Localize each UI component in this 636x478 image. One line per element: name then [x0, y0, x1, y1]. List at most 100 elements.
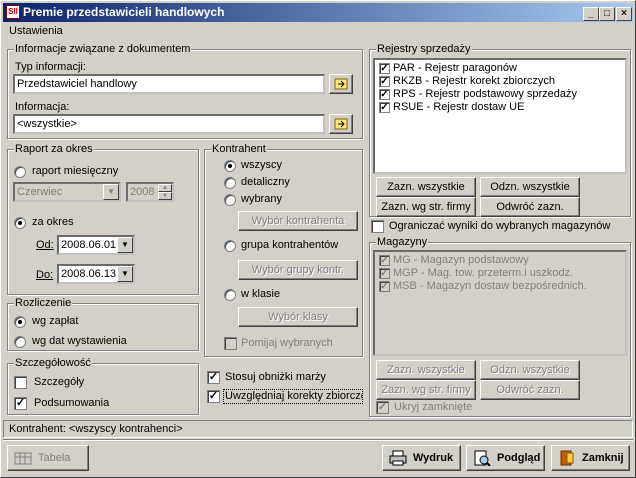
- summary-checkbox[interactable]: ✓: [14, 397, 27, 410]
- preview-button-label: Podgląd: [497, 452, 541, 464]
- month-value: Czerwiec: [17, 186, 63, 198]
- period-radio[interactable]: [14, 217, 26, 229]
- choose-class-button[interactable]: Wybór klasy: [238, 307, 358, 327]
- by-issue-label: wg dat wystawienia: [32, 335, 127, 347]
- warehouses-select-by-company-button[interactable]: Zazn. wg str. firmy: [376, 380, 476, 400]
- warehouse-item[interactable]: ✓ MGP - Mag. tow. przeterm.i uszkodz.: [379, 267, 573, 280]
- info-select-button[interactable]: [329, 114, 353, 134]
- print-button-label: Wydruk: [413, 452, 454, 464]
- registers-select-by-company-button[interactable]: Zazn. wg str. firmy: [376, 197, 476, 217]
- type-select-button[interactable]: [329, 74, 353, 94]
- register-item-label: RKZB - Rejestr korekt zbiorczych: [393, 75, 555, 87]
- print-button[interactable]: Wydruk: [382, 445, 461, 471]
- by-payment-radio[interactable]: [14, 316, 26, 328]
- chevron-down-icon: ▼: [117, 237, 133, 253]
- register-item[interactable]: ✓ RKZB - Rejestr korekt zbiorczych: [379, 75, 555, 88]
- group-option-label: grupa kontrahentów: [241, 239, 339, 251]
- close-button[interactable]: Zamknij: [551, 445, 630, 471]
- warehouses-invert-button[interactable]: Odwróć zazn.: [480, 380, 580, 400]
- retail-radio[interactable]: [224, 177, 236, 189]
- warehouses-select-all-button[interactable]: Zazn. wszystkie: [376, 360, 476, 380]
- selected-radio[interactable]: [224, 194, 236, 206]
- all-radio[interactable]: [224, 160, 236, 172]
- to-date-field[interactable]: 2008.06.13 ▼: [57, 264, 135, 284]
- month-select[interactable]: Czerwiec ▼: [13, 182, 121, 202]
- choose-group-button[interactable]: Wybór grupy kontr.: [238, 260, 358, 280]
- doc-info-group-label: Informacje związane z dokumentem: [14, 43, 192, 55]
- register-item-label: RSUE - Rejestr dostaw UE: [393, 101, 525, 113]
- preview-icon: [474, 450, 491, 466]
- window-title: Premie przedstawicieli handlowych: [23, 5, 225, 19]
- monthly-radio[interactable]: [14, 166, 26, 178]
- registers-deselect-all-button[interactable]: Odzn. wszystkie: [480, 177, 580, 197]
- group-radio[interactable]: [224, 240, 236, 252]
- warehouse-checkbox[interactable]: ✓: [379, 280, 390, 292]
- details-label: Szczegóły: [34, 376, 85, 388]
- warehouses-list: ✓ MG - Magazyn podstawowy ✓ MGP - Mag. tow…: [373, 250, 627, 356]
- register-item-label: PAR - Rejestr paragonów: [393, 62, 517, 74]
- info-field[interactable]: <wszystkie>: [13, 114, 325, 134]
- markup-discount-label: Stosuj obniżki marży: [225, 371, 326, 383]
- by-issue-radio[interactable]: [14, 336, 26, 348]
- register-checkbox[interactable]: ✓: [379, 88, 390, 100]
- all-label: wszyscy: [241, 159, 282, 171]
- class-radio[interactable]: [224, 289, 236, 301]
- corrections-checkbox[interactable]: ✓: [207, 390, 220, 403]
- details-checkbox[interactable]: [14, 376, 27, 389]
- markup-discount-checkbox[interactable]: ✓: [207, 371, 220, 384]
- doc-info-group: Informacje związane z dokumentem Typ inf…: [7, 43, 363, 139]
- choose-contractor-button[interactable]: Wybór kontrahenta: [238, 211, 358, 231]
- skip-selected-checkbox[interactable]: [224, 337, 237, 350]
- warehouse-item[interactable]: ✓ MSB - Magazyn dostaw bezpośrednich.: [379, 280, 587, 293]
- preview-button[interactable]: Podgląd: [466, 445, 545, 471]
- warehouse-item[interactable]: ✓ MG - Magazyn podstawowy: [379, 254, 529, 267]
- minimize-button[interactable]: _: [583, 7, 599, 21]
- table-button[interactable]: Tabela: [7, 445, 89, 471]
- limit-warehouses-checkbox[interactable]: [371, 220, 384, 233]
- limit-warehouses-label: Ograniczać wyniki do wybranych magazynów: [389, 220, 611, 232]
- period-label: za okres: [32, 216, 74, 228]
- register-checkbox[interactable]: ✓: [379, 75, 390, 87]
- spin-up-icon: ▲: [158, 184, 172, 192]
- printer-icon: [389, 450, 407, 466]
- year-value: 2008: [130, 186, 155, 198]
- skip-selected-label: Pomijaj wybranych: [241, 337, 333, 349]
- register-item-label: RPS - Rejestr podstawowy sprzedaży: [393, 88, 578, 100]
- main-window: SII Premie przedstawicieli handlowych _ …: [0, 0, 636, 478]
- exit-door-icon: [560, 450, 574, 466]
- menu-settings[interactable]: Ustawienia: [9, 25, 63, 37]
- close-window-button[interactable]: ×: [616, 7, 632, 21]
- warehouses-label: Magazyny: [376, 236, 429, 248]
- class-label: w klasie: [241, 288, 281, 300]
- register-checkbox[interactable]: ✓: [379, 62, 390, 74]
- summary-label: Podsumowania: [34, 397, 110, 409]
- maximize-button[interactable]: □: [599, 7, 615, 21]
- info-label: Informacja:: [15, 101, 70, 113]
- warehouses-deselect-all-button[interactable]: Odzn. wszystkie: [480, 360, 580, 380]
- monthly-label: raport miesięczny: [32, 165, 119, 177]
- registers-group: Rejestry sprzedaży ✓ PAR - Rejestr parago…: [369, 43, 631, 217]
- detail-group: Szczegółowość Szczegóły ✓ Podsumowania: [7, 357, 199, 415]
- year-spinner[interactable]: 2008 ▲ ▼: [126, 182, 174, 202]
- from-date-field[interactable]: 2008.06.01 ▼: [57, 235, 135, 255]
- warehouse-checkbox[interactable]: ✓: [379, 254, 390, 266]
- warehouse-checkbox[interactable]: ✓: [379, 267, 390, 279]
- detail-label: Szczegółowość: [14, 357, 92, 369]
- warehouse-item-label: MGP - Mag. tow. przeterm.i uszkodz.: [393, 267, 574, 279]
- retail-label: detaliczny: [241, 176, 290, 188]
- warehouses-group: Magazyny ✓ MG - Magazyn podstawowy ✓ MGP -…: [369, 236, 631, 417]
- register-checkbox[interactable]: ✓: [379, 101, 390, 113]
- register-item[interactable]: ✓ RSUE - Rejestr dostaw UE: [379, 101, 524, 114]
- warehouse-item-label: MSB - Magazyn dostaw bezpośrednich.: [393, 280, 587, 292]
- hide-closed-checkbox[interactable]: ✓: [376, 401, 389, 414]
- select-arrow-icon: [334, 78, 348, 90]
- warehouse-item-label: MG - Magazyn podstawowy: [393, 254, 529, 266]
- registers-invert-button[interactable]: Odwróć zazn.: [480, 197, 580, 217]
- menu-bar: Ustawienia: [3, 23, 633, 40]
- registers-select-all-button[interactable]: Zazn. wszystkie: [376, 177, 476, 197]
- from-date-value: 2008.06.01: [61, 239, 117, 251]
- register-item[interactable]: ✓ RPS - Rejestr podstawowy sprzedaży: [379, 88, 577, 101]
- from-label: Od:: [36, 239, 54, 251]
- register-item[interactable]: ✓ PAR - Rejestr paragonów: [379, 62, 517, 75]
- type-field[interactable]: Przedstawiciel handlowy: [13, 74, 325, 94]
